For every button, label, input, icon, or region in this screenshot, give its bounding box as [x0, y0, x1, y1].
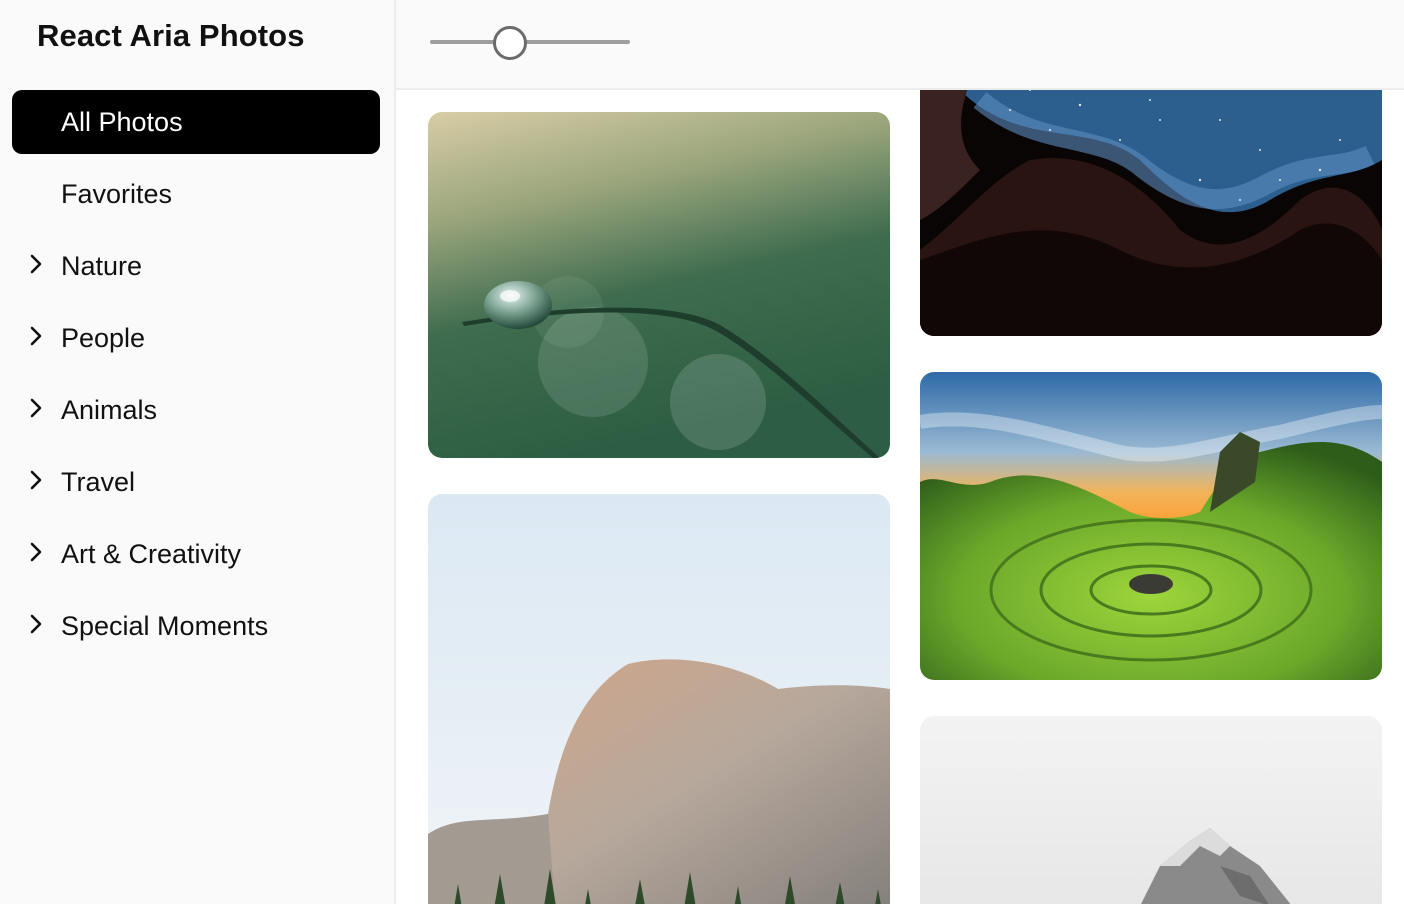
photo-card-snowy-peak[interactable] [920, 716, 1382, 904]
tree-item-people[interactable]: People [12, 306, 380, 370]
photo-card-mountain[interactable] [428, 494, 890, 904]
tree-item-label: Animals [61, 394, 158, 425]
tree-item-label: Favorites [61, 178, 173, 209]
chevron-right-icon[interactable] [26, 254, 46, 274]
tree-item-label: Travel [61, 466, 136, 497]
chevron-right-icon[interactable] [26, 326, 46, 346]
tree-item-animals[interactable]: Animals [12, 378, 380, 442]
tree-item-favorites[interactable]: Favorites [12, 162, 380, 226]
snowy-peak-photo [920, 716, 1382, 904]
canyon-photo [920, 60, 1382, 336]
droplet-photo [428, 112, 890, 458]
photo-card-droplet[interactable] [428, 112, 890, 458]
chevron-right-icon[interactable] [26, 470, 46, 490]
tree-item-label: Art & Creativity [61, 538, 242, 569]
tree-item-special-moments[interactable]: Special Moments [12, 594, 380, 658]
chevron-right-icon[interactable] [26, 614, 46, 634]
slider-track[interactable] [430, 40, 630, 44]
photos-app: React Aria Photos All Photos Favorites N… [0, 0, 1404, 904]
slider-thumb[interactable] [493, 26, 527, 60]
photo-card-canyon[interactable] [920, 60, 1382, 336]
valley-photo [920, 372, 1382, 680]
tree-item-label: People [61, 322, 146, 353]
tree-item-label: All Photos [61, 106, 183, 137]
chevron-right-icon[interactable] [26, 542, 46, 562]
zoom-slider[interactable] [430, 26, 630, 60]
category-tree: All Photos Favorites Nature People Anima… [12, 90, 380, 666]
toolbar [396, 0, 1404, 90]
tree-item-label: Nature [61, 250, 143, 281]
tree-item-label: Special Moments [61, 610, 269, 641]
photo-gallery [396, 0, 1404, 904]
sidebar: React Aria Photos All Photos Favorites N… [0, 0, 396, 904]
tree-item-art-creativity[interactable]: Art & Creativity [12, 522, 380, 586]
tree-item-all-photos[interactable]: All Photos [12, 90, 380, 154]
photo-card-valley[interactable] [920, 372, 1382, 680]
chevron-right-icon[interactable] [26, 398, 46, 418]
tree-item-nature[interactable]: Nature [12, 234, 380, 298]
tree-item-travel[interactable]: Travel [12, 450, 380, 514]
app-title: React Aria Photos [37, 18, 305, 53]
mountain-photo [428, 494, 890, 904]
